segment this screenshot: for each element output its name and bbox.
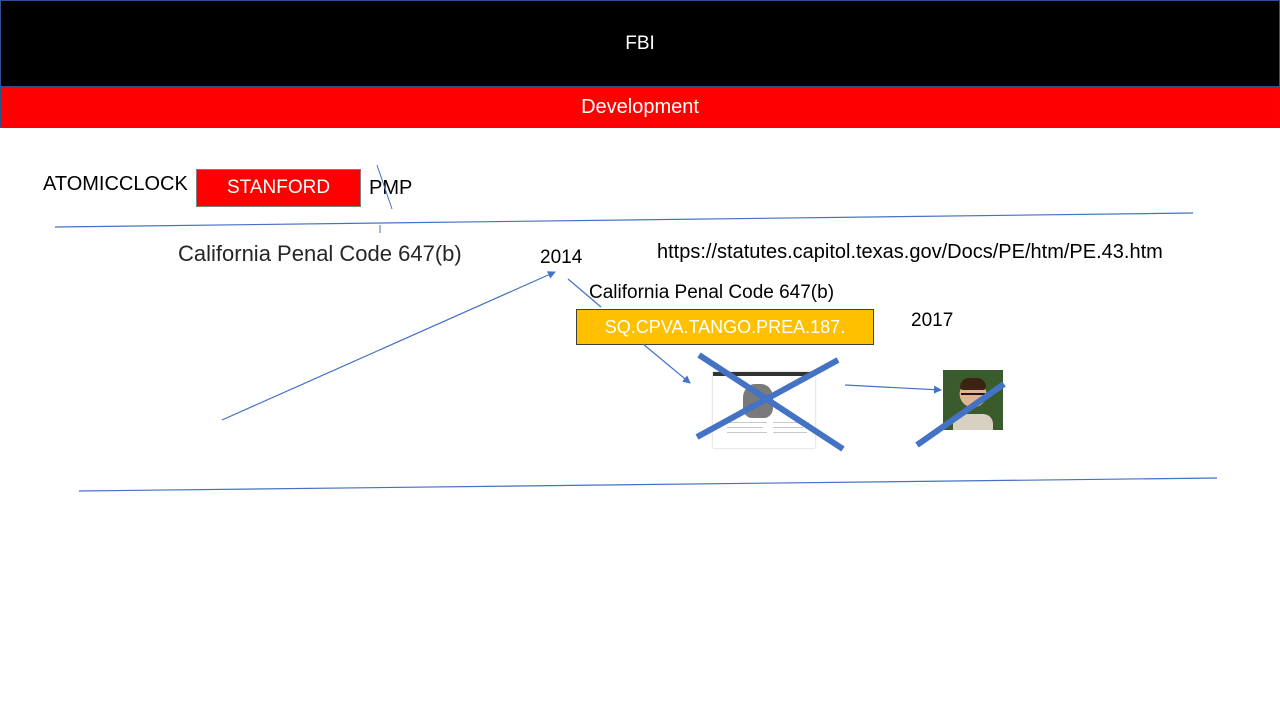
strike-photo bbox=[915, 381, 1006, 448]
diagram-connectors bbox=[54, 164, 1218, 492]
pmp-strike-line bbox=[376, 164, 393, 210]
connector-2014-to-box bbox=[567, 278, 602, 308]
cross-thumbnail-b bbox=[695, 357, 840, 440]
divider-line-top bbox=[54, 212, 1194, 228]
arrow-to-photo bbox=[844, 384, 942, 394]
arrow-to-2014 bbox=[221, 271, 556, 421]
divider-line-bottom bbox=[78, 477, 1218, 492]
arrow-to-thumbnail bbox=[642, 343, 691, 384]
